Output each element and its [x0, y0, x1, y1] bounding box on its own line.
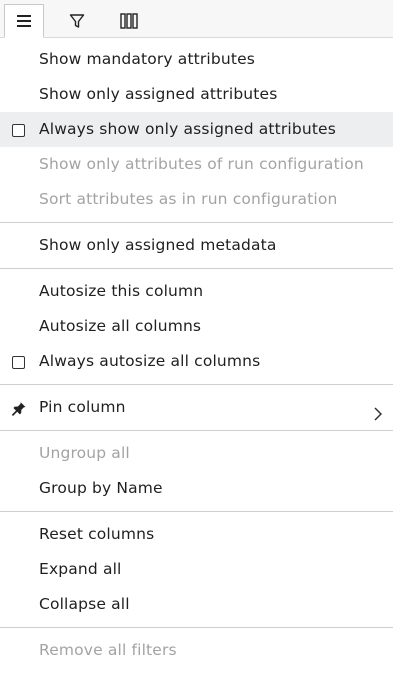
menu-item-label: Remove all filters [39, 641, 177, 659]
menu-item-label: Autosize all columns [39, 317, 202, 335]
menu-item-show-only-assigned-metadata[interactable]: Show only assigned metadata [0, 228, 393, 263]
menu-separator [0, 268, 393, 269]
tab-general-menu[interactable] [4, 4, 44, 38]
menu-item-label: Always autosize all columns [39, 352, 261, 370]
menu-item-label: Expand all [39, 560, 122, 578]
menu-item-autosize-all-columns[interactable]: Autosize all columns [0, 309, 393, 344]
menu-item-label: Show only assigned attributes [39, 85, 278, 103]
menu-item-label: Collapse all [39, 595, 130, 613]
menu-item-ungroup-all: Ungroup all [0, 436, 393, 471]
menu-item-label: Pin column [39, 398, 126, 416]
menu-item-always-autosize-all-columns[interactable]: Always autosize all columns [0, 344, 393, 379]
menu-item-label: Show only attributes of run configuratio… [39, 155, 364, 173]
menu-item-collapse-all[interactable]: Collapse all [0, 587, 393, 622]
menu-item-label: Always show only assigned attributes [39, 120, 336, 138]
menu-item-always-show-only-assigned-attributes[interactable]: Always show only assigned attributes [0, 112, 393, 147]
chevron-right-icon [374, 407, 383, 421]
menu-item-expand-all[interactable]: Expand all [0, 552, 393, 587]
menu-item-pin-column[interactable]: Pin column [0, 390, 393, 425]
menu-item-group-by-name[interactable]: Group by Name [0, 471, 393, 506]
checkbox[interactable] [12, 124, 25, 137]
menu-item-reset-columns[interactable]: Reset columns [0, 517, 393, 552]
column-menu: Show mandatory attributes Show only assi… [0, 42, 393, 668]
pin-icon [11, 401, 26, 416]
menu-item-label: Autosize this column [39, 282, 204, 300]
menu-item-autosize-this-column[interactable]: Autosize this column [0, 274, 393, 309]
menu-tab-bar [0, 0, 393, 38]
tab-columns[interactable] [109, 4, 149, 37]
menu-item-label: Show only assigned metadata [39, 236, 277, 254]
menu-item-show-mandatory-attributes[interactable]: Show mandatory attributes [0, 42, 393, 77]
menu-item-label: Sort attributes as in run configuration [39, 190, 338, 208]
menu-item-label: Show mandatory attributes [39, 50, 255, 68]
menu-item-show-only-assigned-attributes[interactable]: Show only assigned attributes [0, 77, 393, 112]
menu-separator [0, 511, 393, 512]
tab-filter[interactable] [57, 4, 97, 37]
menu-item-label: Group by Name [39, 479, 163, 497]
menu-separator [0, 222, 393, 223]
checkbox[interactable] [12, 356, 25, 369]
menu-separator [0, 627, 393, 628]
menu-item-remove-all-filters: Remove all filters [0, 633, 393, 668]
menu-lines-icon [17, 15, 31, 27]
menu-separator [0, 430, 393, 431]
menu-item-label: Reset columns [39, 525, 155, 543]
filter-funnel-icon [69, 13, 85, 28]
menu-item-sort-attributes-as-in-run-configuration: Sort attributes as in run configuration [0, 182, 393, 217]
menu-separator [0, 384, 393, 385]
menu-item-label: Ungroup all [39, 444, 130, 462]
columns-icon [120, 12, 138, 29]
menu-item-show-only-attributes-of-run-configuration: Show only attributes of run configuratio… [0, 147, 393, 182]
